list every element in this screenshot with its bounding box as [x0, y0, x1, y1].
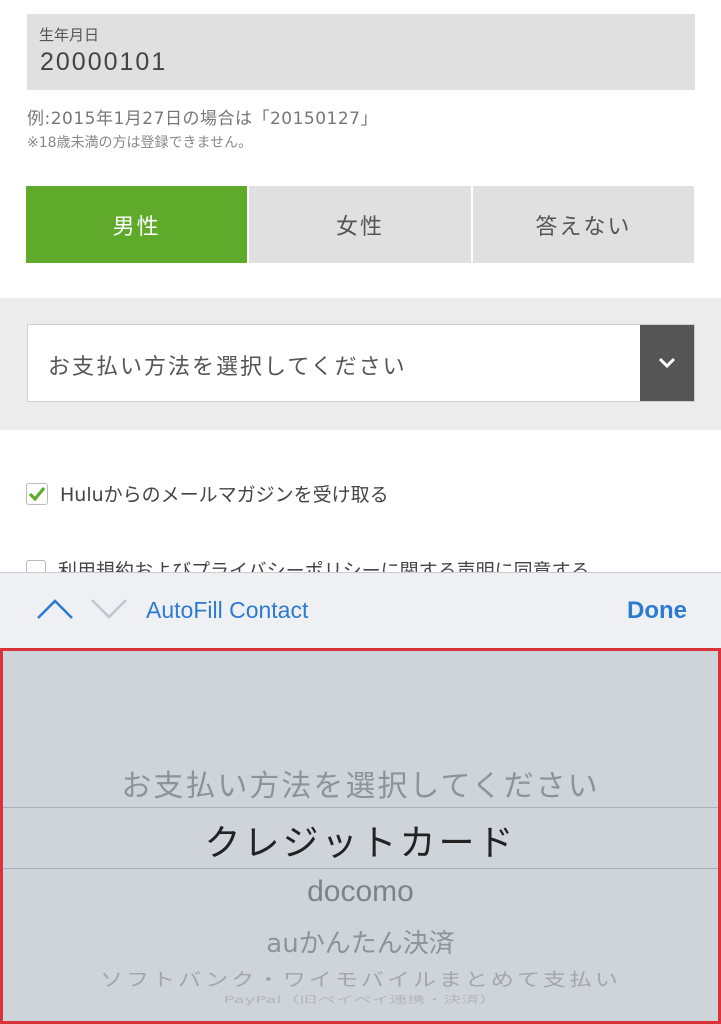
- picker-item[interactable]: ソフトバンク・ワイモバイルまとめて支払い: [3, 964, 718, 991]
- gender-option-no-answer[interactable]: 答えない: [472, 186, 694, 263]
- picker-item[interactable]: docomo: [3, 875, 718, 909]
- dob-field[interactable]: 生年月日 20000101: [27, 14, 695, 90]
- dob-value[interactable]: 20000101: [40, 48, 167, 77]
- payment-picker-wheel[interactable]: お支払い方法を選択してください クレジットカード docomo auかんたん決済…: [0, 648, 721, 1024]
- payment-method-select[interactable]: お支払い方法を選択してください: [27, 324, 695, 402]
- keyboard-accessory-toolbar: AutoFill Contact Done: [0, 572, 721, 648]
- chevron-down-icon[interactable]: [90, 597, 128, 625]
- picker-item[interactable]: お支払い方法を選択してください: [3, 761, 718, 805]
- done-button[interactable]: Done: [627, 597, 687, 625]
- dob-format-hint: 例:2015年1月27日の場合は「20150127」: [27, 109, 378, 129]
- age-restriction-note: ※18歳未満の方は登録できません。: [27, 135, 253, 151]
- signup-form-page: 生年月日 20000101 例:2015年1月27日の場合は「20150127」…: [0, 0, 721, 1024]
- checkmark-icon: [28, 486, 46, 501]
- gender-option-male[interactable]: 男性: [26, 186, 248, 263]
- newsletter-label: Huluからのメールマガジンを受け取る: [60, 484, 389, 506]
- payment-method-placeholder: お支払い方法を選択してください: [48, 355, 407, 380]
- autofill-contact-button[interactable]: AutoFill Contact: [146, 597, 308, 624]
- select-chevron-down-icon[interactable]: [640, 325, 694, 401]
- gender-option-female[interactable]: 女性: [249, 186, 471, 263]
- newsletter-checkbox[interactable]: [26, 482, 48, 505]
- picker-item[interactable]: PayPal（旧ペイペイ連携・決済）: [3, 992, 718, 1006]
- chevron-up-icon[interactable]: [36, 597, 74, 625]
- picker-item-selected[interactable]: クレジットカード: [3, 814, 718, 866]
- payment-section: お支払い方法を選択してください: [0, 298, 721, 430]
- picker-item[interactable]: auかんたん決済: [3, 923, 718, 960]
- dob-label: 生年月日: [39, 26, 100, 44]
- gender-selector: 男性 女性 答えない: [26, 186, 694, 263]
- newsletter-checkbox-row[interactable]: Huluからのメールマガジンを受け取る: [26, 480, 389, 507]
